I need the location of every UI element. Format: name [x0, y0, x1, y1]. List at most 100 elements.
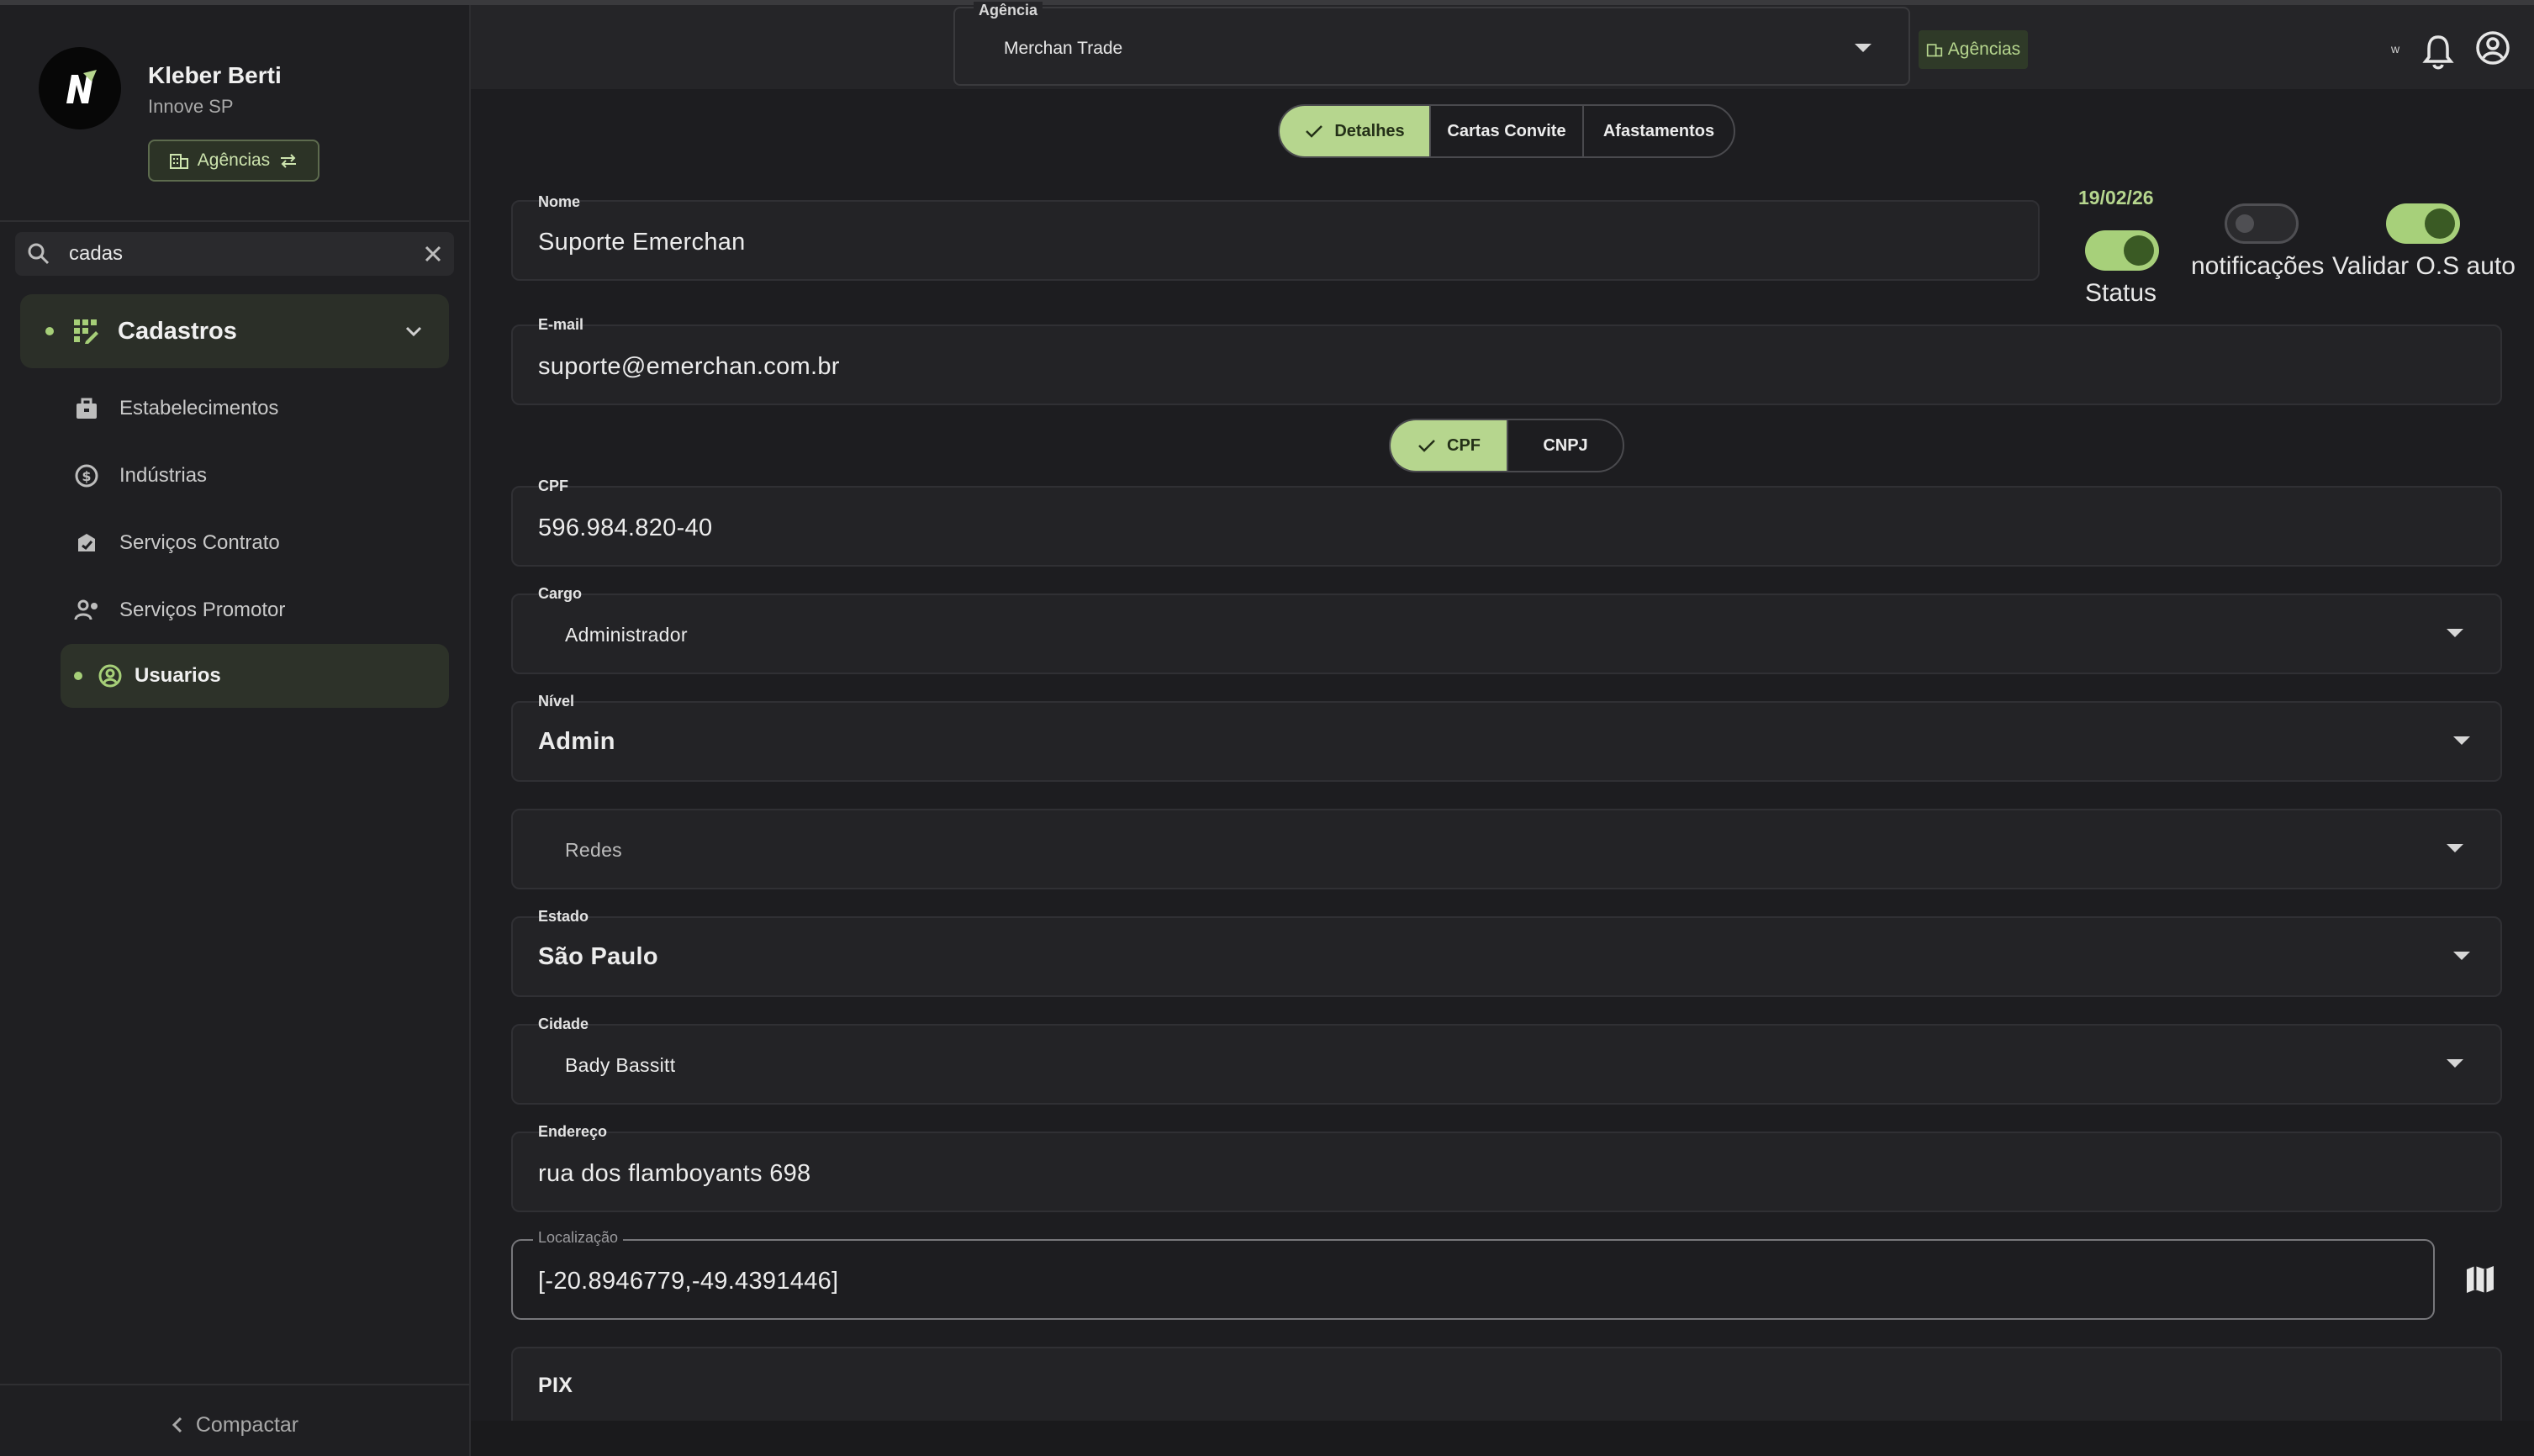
store-icon	[77, 398, 97, 419]
doc-cpf-option[interactable]: CPF	[1391, 420, 1508, 471]
email-label: E-mail	[538, 316, 584, 333]
cargo-dropdown-icon[interactable]	[2447, 629, 2463, 637]
sidebar-item-label: Serviços Promotor	[119, 599, 286, 621]
compact-label: Compactar	[195, 1412, 299, 1437]
swap-icon	[281, 154, 297, 168]
notificacoes-label: notificações	[2191, 252, 2325, 280]
redes-select[interactable]	[511, 809, 2502, 889]
redes-dropdown-icon[interactable]	[2447, 844, 2463, 852]
sidebar-bottom-divider	[0, 1384, 469, 1385]
notifications-bell-icon[interactable]	[2421, 34, 2455, 71]
chevron-left-icon	[172, 1416, 182, 1433]
search-icon	[28, 243, 50, 265]
tab-cartas-convite[interactable]: Cartas Convite	[1431, 106, 1584, 156]
estado-select[interactable]	[511, 916, 2502, 997]
agencias-switch-button[interactable]: Agências	[148, 140, 319, 182]
header-agencias-label: Agências	[1947, 40, 2021, 59]
tab-detalhes[interactable]: Detalhes	[1280, 106, 1431, 156]
validar-os-label: Validar O.S auto	[2332, 252, 2516, 280]
svg-text:$: $	[82, 468, 91, 484]
tab-label: Detalhes	[1334, 121, 1405, 140]
detail-tabs: Detalhes Cartas Convite Afastamentos	[1278, 104, 1735, 158]
doc-option-label: CPF	[1447, 435, 1481, 455]
bottom-bar	[471, 1421, 2534, 1456]
clear-search-icon[interactable]	[424, 245, 442, 263]
sidebar-item-servicos-promotor[interactable]: Serviços Promotor	[74, 587, 285, 634]
cargo-label: Cargo	[538, 585, 583, 602]
person-gear-icon	[74, 599, 98, 620]
document-type-toggle: CPF CNPJ	[1389, 419, 1624, 472]
sidebar-item-label: Serviços Contrato	[119, 531, 280, 554]
notificacoes-toggle[interactable]	[2225, 203, 2299, 244]
building-icon	[169, 154, 188, 169]
map-icon[interactable]	[2463, 1263, 2497, 1296]
estado-value[interactable]: São Paulo	[538, 943, 658, 971]
agencia-dropdown-icon[interactable]	[1855, 44, 1871, 52]
cargo-select[interactable]	[511, 593, 2502, 674]
pix-section[interactable]	[511, 1347, 2502, 1421]
grid-edit-icon	[74, 319, 98, 344]
estado-dropdown-icon[interactable]	[2453, 952, 2470, 960]
account-icon[interactable]	[2475, 30, 2510, 66]
agencia-select-value[interactable]: Merchan Trade	[1004, 39, 1122, 59]
building-icon	[1926, 44, 1942, 57]
cidade-value[interactable]: Bady Bassitt	[565, 1054, 675, 1077]
nav-group-label: Cadastros	[118, 317, 237, 345]
toggle-knob	[2236, 214, 2254, 233]
agencia-select-label: Agência	[974, 2, 1043, 19]
estado-label: Estado	[538, 908, 589, 925]
cargo-value[interactable]: Administrador	[565, 624, 688, 646]
app-logo	[39, 47, 121, 129]
sidebar-item-industrias[interactable]: $ Indústrias	[74, 452, 207, 499]
nivel-label: Nível	[538, 693, 575, 710]
header-agencias-button[interactable]: Agências	[1919, 30, 2028, 69]
sidebar-item-servicos-contrato[interactable]: Serviços Contrato	[74, 520, 280, 567]
cpf-input[interactable]: 596.984.820-40	[538, 514, 712, 542]
nivel-select[interactable]	[511, 701, 2502, 782]
w-indicator: w	[2391, 42, 2400, 55]
doc-cnpj-option[interactable]: CNPJ	[1508, 420, 1623, 471]
status-label: Status	[2085, 279, 2157, 307]
pix-label: PIX	[538, 1374, 573, 1397]
tab-afastamentos[interactable]: Afastamentos	[1584, 106, 1734, 156]
cidade-select[interactable]	[511, 1024, 2502, 1105]
sidebar-item-usuarios[interactable]: Usuarios	[61, 644, 449, 708]
redes-placeholder[interactable]: Redes	[565, 839, 622, 862]
nivel-value[interactable]: Admin	[538, 728, 615, 756]
search-input[interactable]: cadas	[69, 242, 424, 266]
email-input[interactable]: suporte@emerchan.com.br	[538, 353, 840, 381]
tab-label: Afastamentos	[1602, 121, 1715, 140]
doc-option-label: CNPJ	[1543, 435, 1588, 455]
sidebar-divider	[0, 220, 469, 222]
cpf-label: CPF	[538, 477, 568, 494]
chevron-down-icon	[405, 326, 422, 337]
localizacao-input[interactable]: [-20.8946779,-49.4391446]	[538, 1268, 838, 1295]
sidebar-item-label: Usuarios	[135, 664, 221, 687]
contract-icon	[78, 534, 95, 551]
active-dot	[45, 327, 54, 335]
cidade-label: Cidade	[538, 1016, 589, 1032]
status-date: 19/02/26	[2078, 187, 2154, 208]
toggle-knob	[2425, 208, 2455, 239]
cpf-field[interactable]	[511, 486, 2502, 567]
nivel-dropdown-icon[interactable]	[2453, 736, 2470, 745]
check-icon	[1418, 440, 1435, 452]
account-circle-icon	[98, 664, 122, 688]
nav-group-cadastros[interactable]: Cadastros	[20, 294, 449, 368]
cidade-dropdown-icon[interactable]	[2447, 1059, 2463, 1068]
sidebar-search[interactable]: cadas	[15, 232, 454, 276]
status-toggle[interactable]	[2085, 230, 2159, 271]
active-dot	[74, 672, 82, 680]
nome-input[interactable]: Suporte Emerchan	[538, 229, 746, 256]
compact-sidebar-button[interactable]: Compactar	[0, 1404, 469, 1446]
sidebar-item-estabelecimentos[interactable]: Estabelecimentos	[74, 385, 278, 432]
logo-icon	[66, 70, 97, 103]
user-organization: Innove SP	[148, 96, 234, 117]
nome-label: Nome	[538, 193, 581, 210]
endereco-input[interactable]: rua dos flamboyants 698	[538, 1160, 810, 1188]
sidebar-item-label: Estabelecimentos	[119, 397, 279, 419]
check-icon	[1306, 125, 1323, 138]
dollar-circle-icon: $	[75, 464, 98, 488]
localizacao-label: Localização	[533, 1229, 624, 1247]
validar-os-toggle[interactable]	[2386, 203, 2460, 244]
